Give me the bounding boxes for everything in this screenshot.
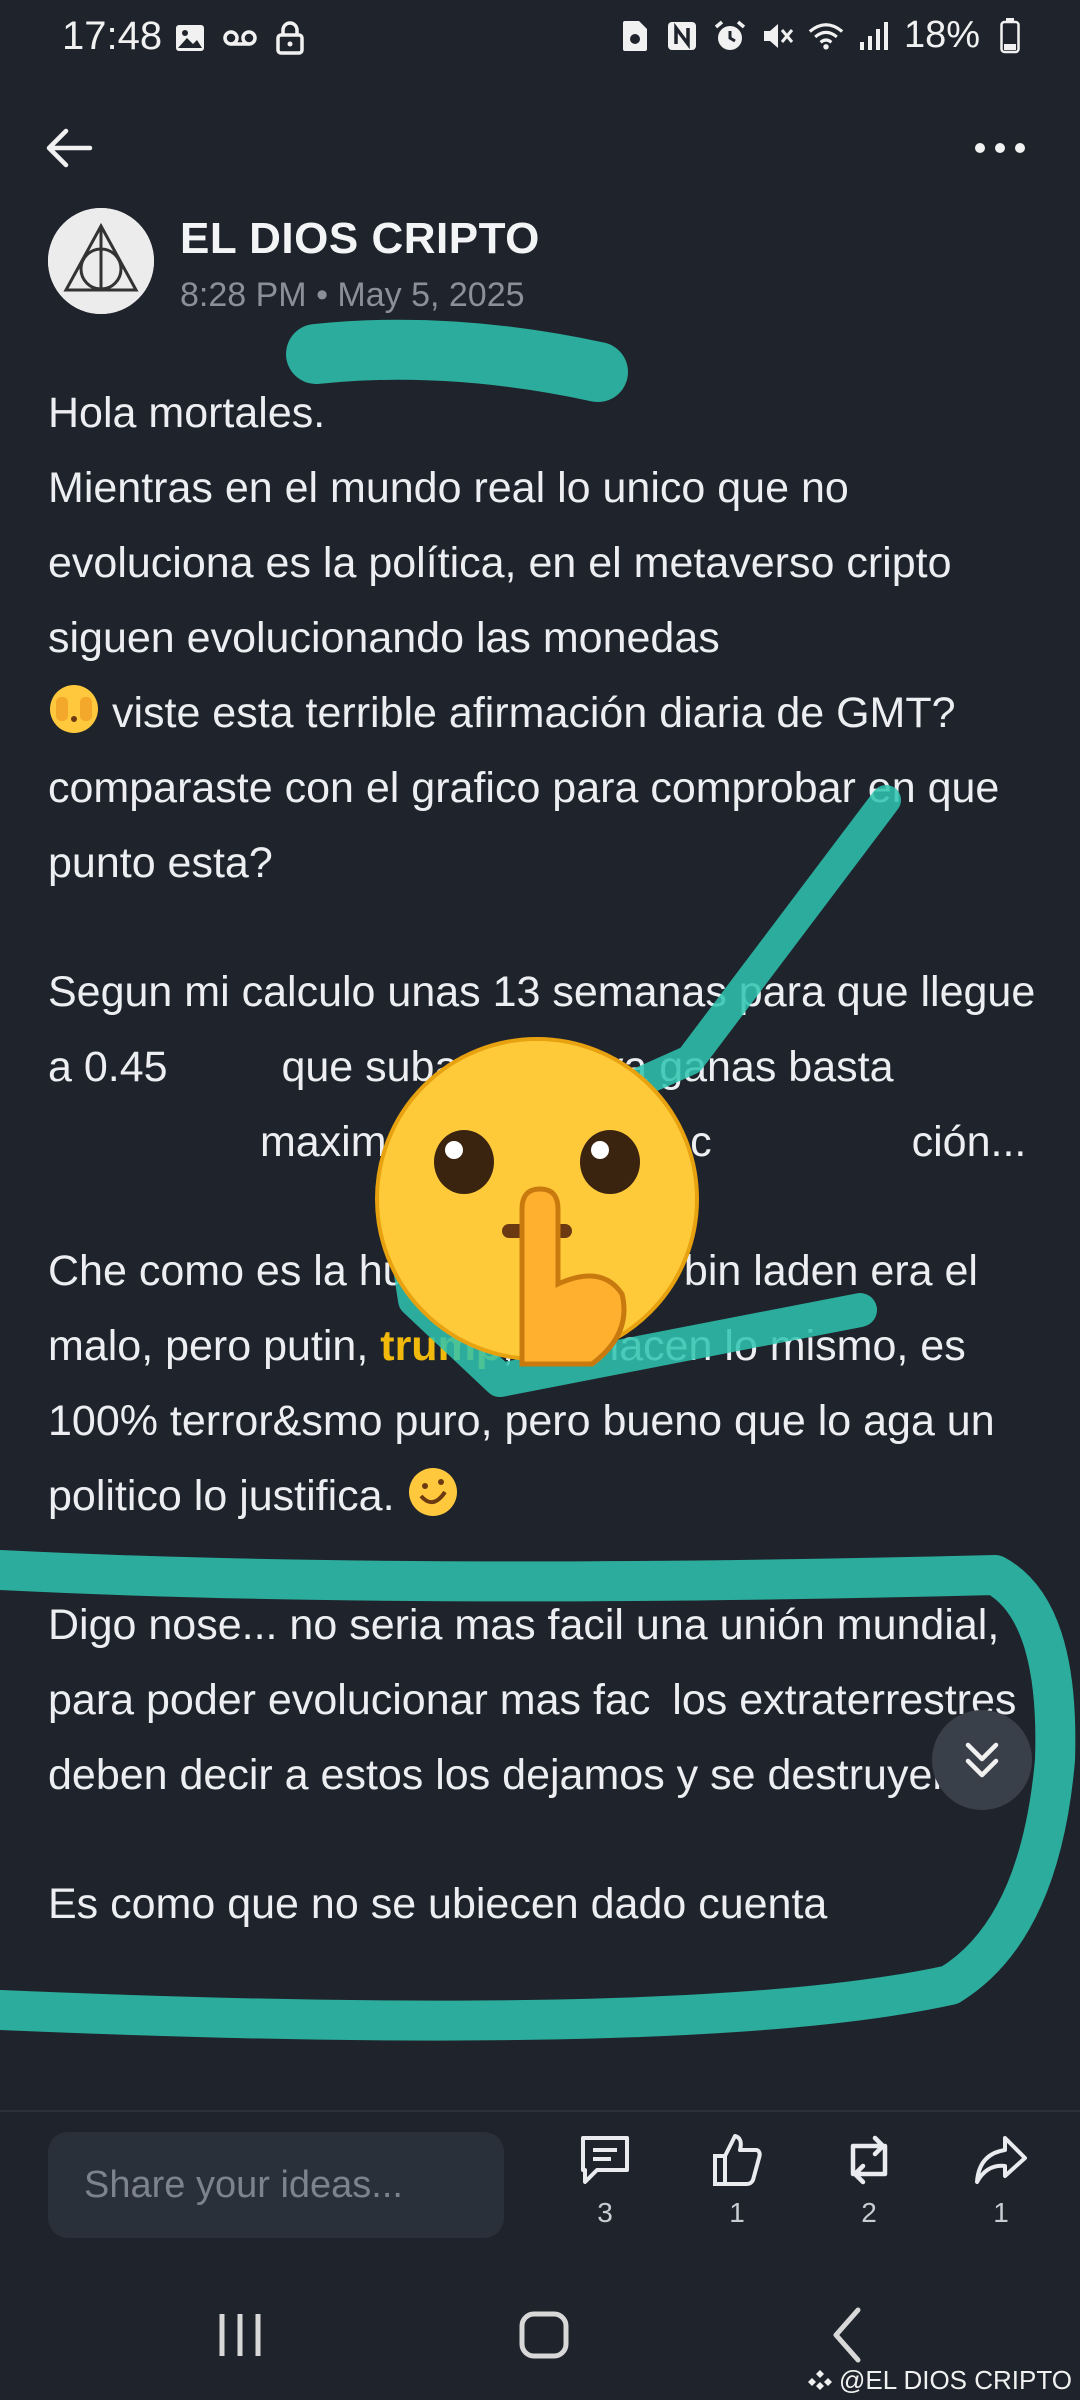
home-icon [519,2311,569,2359]
comments-button[interactable]: 3 [560,2130,650,2240]
nfc-icon [664,18,700,54]
comment-icon [581,2136,629,2184]
scroll-to-bottom-button[interactable] [932,1710,1032,1810]
recent-apps-button[interactable] [200,2300,280,2370]
system-back-button[interactable] [808,2300,888,2370]
paragraph-text: Hola mortales. Mientras en el mundo real… [48,389,952,662]
paragraph-5: Es como que no se ubiecen dado cuenta [48,1867,1038,1942]
face-rolling-laughing-icon [408,1468,457,1516]
watermark-text: @EL DIOS CRIPTO [839,2365,1072,2395]
chevron-left-icon [833,2307,861,2363]
reposts-count: 2 [861,2197,877,2228]
more-options-button[interactable] [970,118,1040,178]
watermark: @EL DIOS CRIPTO [807,2365,1072,2396]
more-horizontal-icon [975,143,1025,153]
repost-icon [850,2135,888,2185]
recent-apps-icon [219,2314,261,2356]
thumbs-up-icon [713,2134,762,2186]
mention-link[interactable]: trump [380,1322,502,1370]
wifi-icon [808,18,844,54]
status-bar: 17:48 18% [0,0,1080,80]
image-icon [172,20,208,56]
comment-input[interactable] [48,2132,504,2238]
post-timestamp: 8:28 PM • May 5, 2025 [180,276,525,314]
avatar[interactable] [48,208,154,314]
top-bar [0,100,1080,190]
battery-percentage: 18% [903,14,980,56]
signal-icon [856,18,892,54]
paragraph-2: Segun mi calculo unas 13 semanas para qu… [48,955,1038,1180]
status-time: 17:48 [62,14,163,58]
chevrons-down-icon [965,1742,999,1778]
arrow-left-icon [46,128,93,168]
likes-count: 1 [729,2197,745,2228]
lock-icon [272,20,308,56]
paragraph-text: Es como que no se ubiecen dado cuenta [48,1880,828,1928]
share-button[interactable]: 1 [956,2130,1046,2240]
alarm-icon [712,18,748,54]
paragraph-3: Che como es la hu dad no? bin laden era e… [48,1234,1038,1534]
back-button[interactable] [40,118,110,178]
battery-icon [992,17,1028,54]
binance-logo-icon [808,2369,832,2390]
bottom-action-bar: 3 1 2 1 [0,2110,1080,2262]
paragraph-text: ción... [911,1118,1027,1166]
paragraph-text: viste esta terrible afirmación diaria de… [48,689,1000,887]
paragraph-text: maximo historico 4.60 c [248,1118,712,1166]
voicemail-icon [222,20,258,56]
nfc-card-icon [616,18,652,54]
mute-icon [760,18,796,54]
paragraph-4: Digo nose... no seria mas facil una unió… [48,1588,1038,1813]
comments-count: 3 [597,2197,613,2228]
share-arrow-icon [975,2136,1027,2184]
post-body: Hola mortales. Mientras en el mundo real… [48,376,1038,1996]
paragraph-1: Hola mortales. Mientras en el mundo real… [48,376,1038,901]
repost-button[interactable]: 2 [824,2130,914,2240]
face-peeking-icon [50,685,98,733]
paragraph-text: Che como es la hu [48,1247,407,1295]
like-button[interactable]: 1 [692,2130,782,2240]
shares-count: 1 [993,2197,1009,2228]
paragraph-text: que suba a 0.23 ya ganas basta [269,1043,894,1091]
post-author-header: EL DIOS CRIPTO 8:28 PM • May 5, 2025 [48,208,1048,318]
author-name[interactable]: EL DIOS CRIPTO [180,214,540,264]
home-button[interactable] [504,2300,584,2370]
system-navigation-bar: @EL DIOS CRIPTO [0,2260,1080,2400]
